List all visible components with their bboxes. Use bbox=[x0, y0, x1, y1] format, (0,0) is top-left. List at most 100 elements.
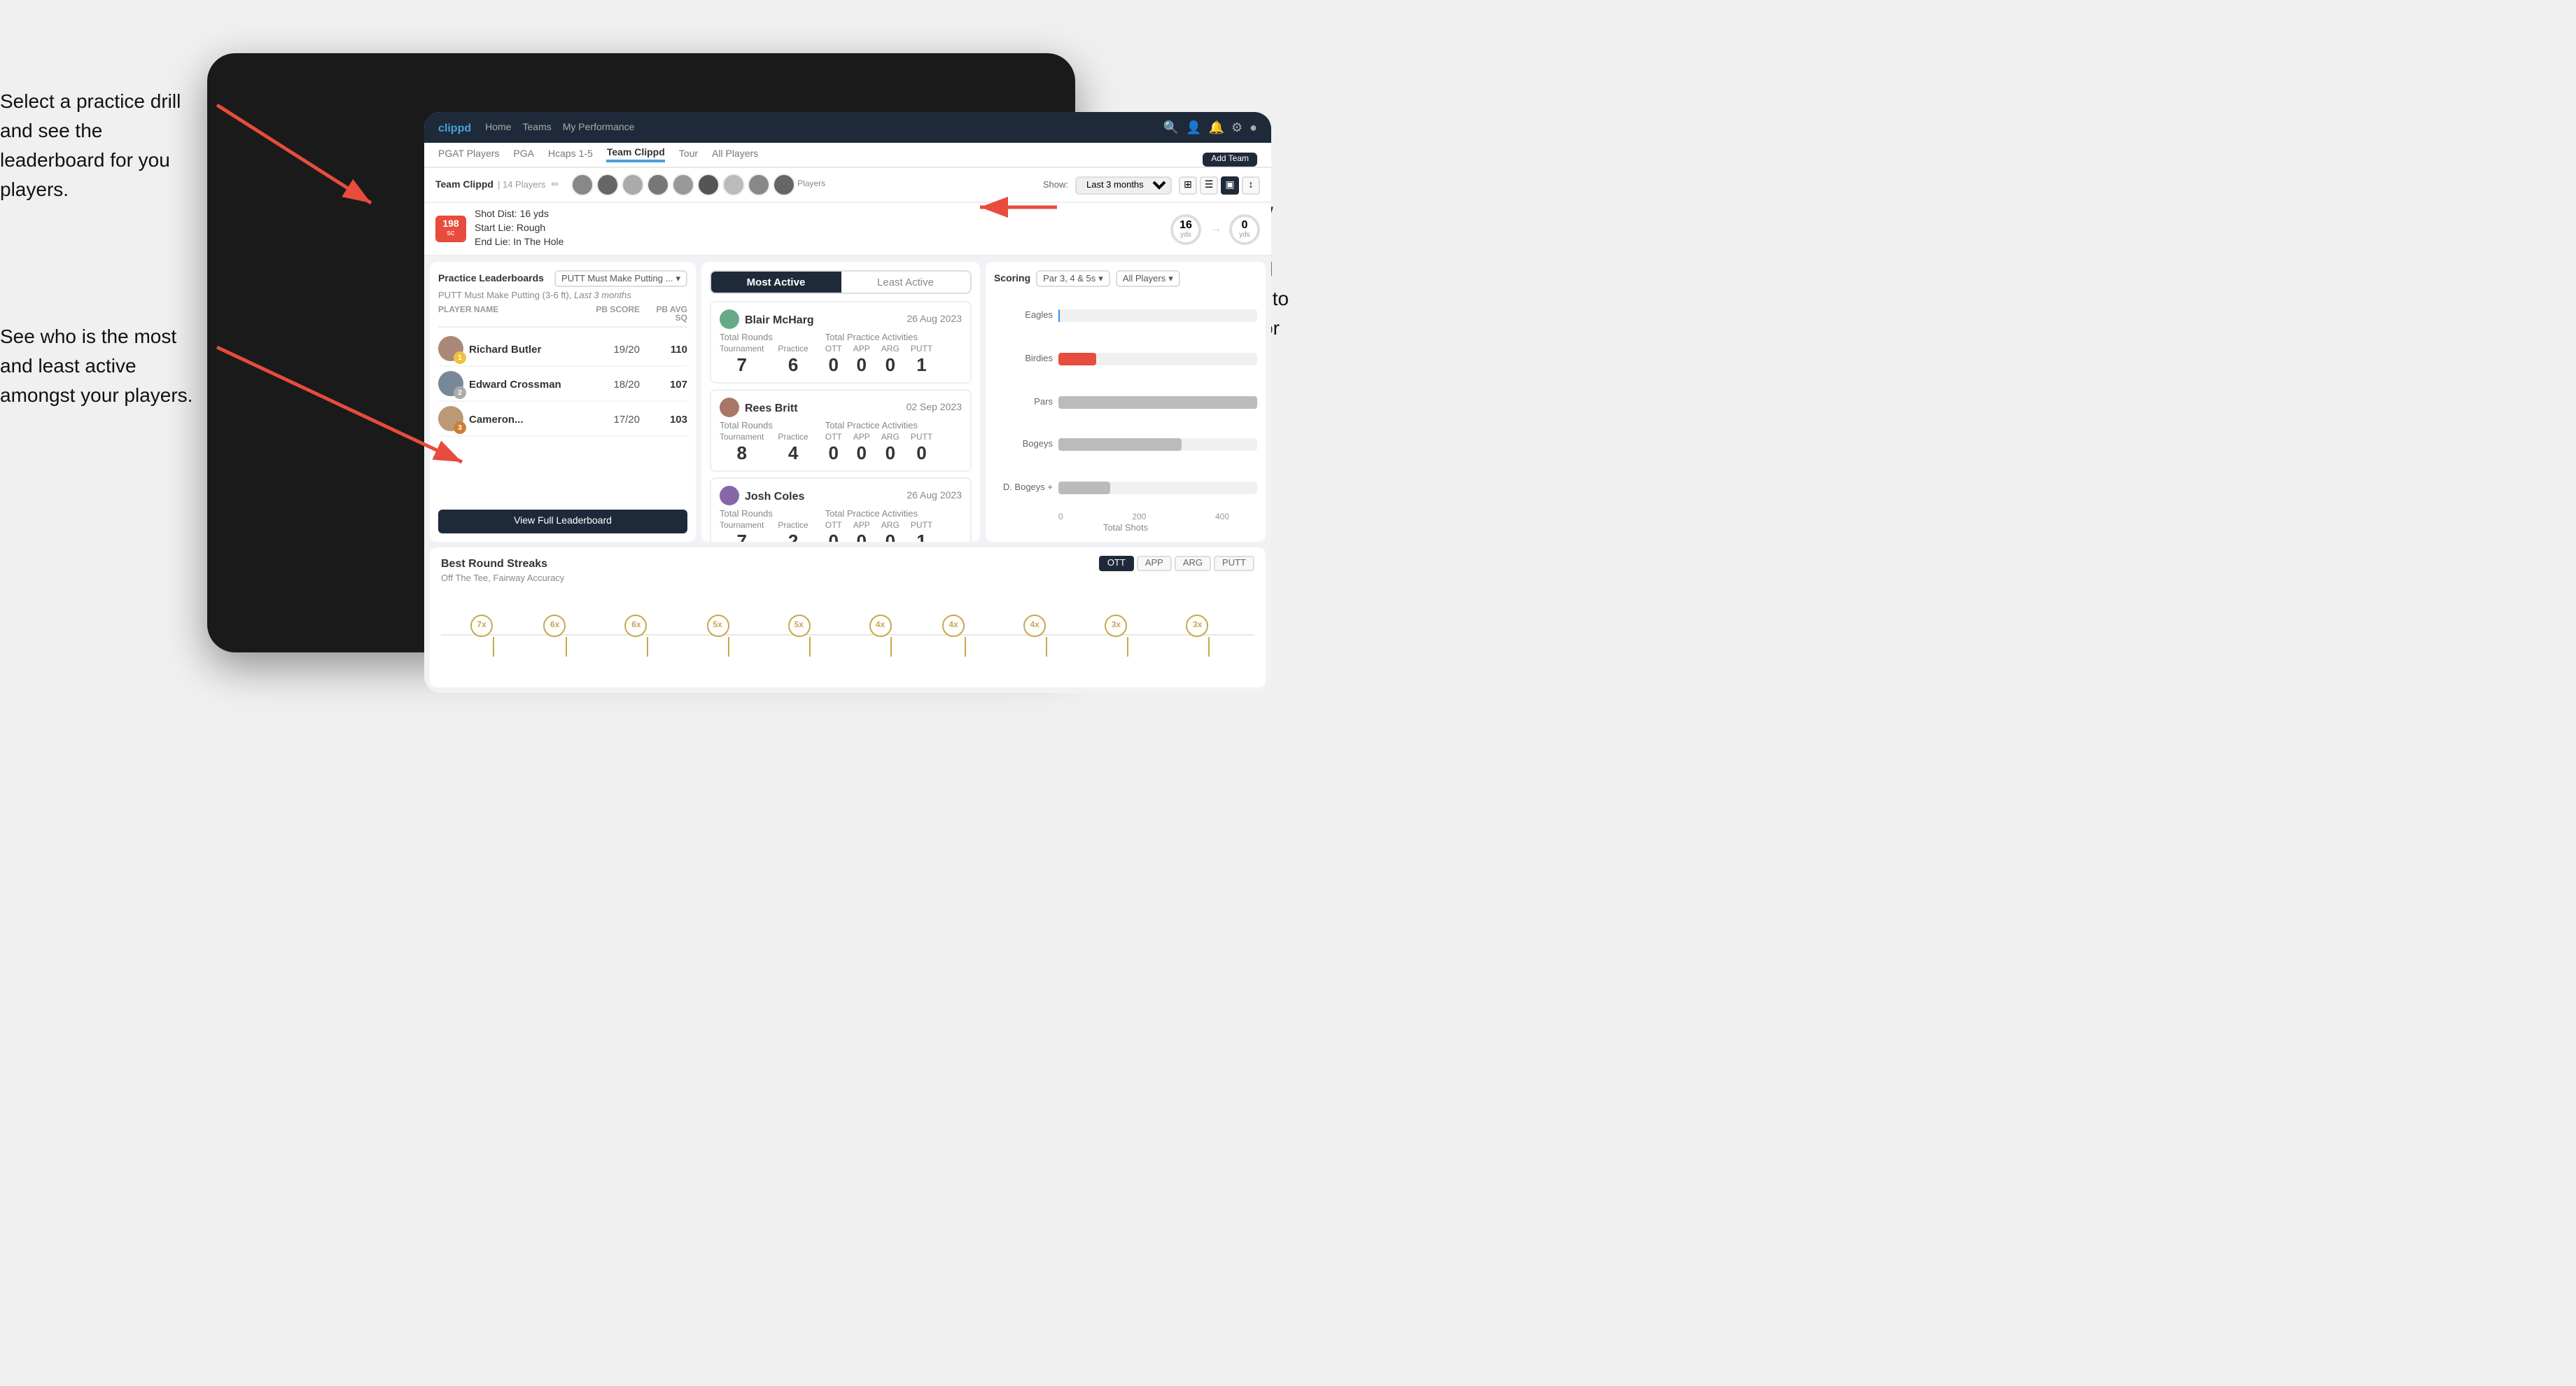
settings-icon[interactable]: ⚙ bbox=[1231, 120, 1242, 135]
show-select[interactable]: Last 3 months bbox=[1075, 176, 1172, 194]
avatar-7[interactable] bbox=[722, 174, 744, 196]
lb-name-1: Richard Butler bbox=[469, 343, 589, 356]
activity-avatar-2 bbox=[720, 398, 739, 418]
activity-player-2: Rees Britt bbox=[720, 398, 798, 418]
arg-1: ARG 0 bbox=[881, 346, 899, 376]
putt-1: PUTT 1 bbox=[911, 346, 932, 376]
bar-birdies: Birdies 96 bbox=[994, 353, 1257, 365]
streak-dot-2: 6x bbox=[555, 615, 578, 657]
sort-view-btn[interactable]: ↕ bbox=[1242, 176, 1260, 194]
subnav-tour[interactable]: Tour bbox=[679, 150, 698, 160]
avatar-6[interactable] bbox=[696, 174, 719, 196]
streak-dot-5: 5x bbox=[799, 615, 821, 657]
app-2: APP 0 bbox=[853, 435, 870, 464]
activity-date-2: 02 Sep 2023 bbox=[906, 403, 962, 413]
shot-card: 198 sc Shot Dist: 16 yds Start Lie: Roug… bbox=[424, 203, 1271, 257]
most-active-tab[interactable]: Most Active bbox=[711, 272, 841, 293]
distance-start: 16 yds bbox=[1170, 214, 1201, 244]
avatar-9[interactable] bbox=[772, 174, 794, 196]
putt-2: PUTT 0 bbox=[911, 435, 932, 464]
lb-score-2: 18/20 bbox=[595, 378, 640, 391]
chart-x-labels: 0 200 400 bbox=[994, 514, 1257, 522]
nav-logo: clippd bbox=[438, 121, 471, 134]
subnav: PGAT Players PGA Hcaps 1-5 Team Clippd T… bbox=[424, 143, 1271, 168]
nav-teams[interactable]: Teams bbox=[523, 122, 552, 132]
activity-player-1: Blair McHarg bbox=[720, 310, 814, 330]
lb-name-2: Edward Crossman bbox=[469, 378, 589, 391]
lb-name-3: Cameron... bbox=[469, 413, 589, 426]
scoring-panel: Scoring Par 3, 4 & 5s ▾ All Players ▾ bbox=[986, 262, 1266, 542]
show-control: Show: Last 3 months ⊞ ☰ ▣ ↕ bbox=[1043, 176, 1260, 194]
list-view-btn[interactable]: ☰ bbox=[1200, 176, 1218, 194]
subnav-all-players[interactable]: All Players bbox=[712, 150, 758, 160]
rounds-values-1: Tournament 7 Practice 6 bbox=[720, 346, 808, 376]
avatar-3[interactable] bbox=[621, 174, 643, 196]
filter-ott[interactable]: OTT bbox=[1099, 556, 1134, 571]
tablet-device: clippd Home Teams My Performance 🔍 👤 🔔 ⚙… bbox=[207, 53, 1075, 652]
streak-dot-10: 3x bbox=[1198, 615, 1220, 657]
avatar-4[interactable] bbox=[646, 174, 668, 196]
ott-3: OTT 0 bbox=[825, 523, 842, 542]
scoring-par-filter[interactable]: Par 3, 4 & 5s ▾ bbox=[1036, 271, 1110, 288]
practice-values-2: OTT 0 APP 0 bbox=[825, 435, 932, 464]
card-view-btn[interactable]: ▣ bbox=[1221, 176, 1239, 194]
show-label: Show: bbox=[1043, 180, 1068, 190]
total-practice-group-2: Total Practice Activities OTT 0 APP bbox=[825, 422, 932, 464]
subnav-hcaps[interactable]: Hcaps 1-5 bbox=[548, 150, 593, 160]
user-avatar[interactable]: ● bbox=[1250, 120, 1257, 135]
bar-bogeys: Bogeys 311 bbox=[994, 439, 1257, 451]
edit-icon[interactable]: ✏ bbox=[551, 179, 559, 190]
leaderboard-dropdown[interactable]: PUTT Must Make Putting ... ▾ bbox=[554, 271, 687, 288]
subnav-pgat[interactable]: PGAT Players bbox=[438, 150, 499, 160]
activity-tabs: Most Active Least Active bbox=[710, 271, 972, 295]
rounds-values-2: Tournament 8 Practice 4 bbox=[720, 435, 808, 464]
chevron-down-icon-2: ▾ bbox=[1098, 274, 1103, 285]
bell-icon[interactable]: 🔔 bbox=[1209, 120, 1224, 135]
tournament-rounds-3: Tournament 7 bbox=[720, 523, 764, 542]
subnav-team-clippd[interactable]: Team Clippd bbox=[607, 148, 665, 162]
lb-avg-1: 110 bbox=[645, 343, 687, 356]
streak-dot-6: 4x bbox=[880, 615, 902, 657]
add-team-button[interactable]: Add Team bbox=[1203, 142, 1257, 167]
streaks-section: Best Round Streaks OTT APP ARG PUTT Off … bbox=[430, 547, 1266, 687]
player-avatars: Players bbox=[570, 174, 825, 196]
lb-score-1: 19/20 bbox=[595, 343, 640, 356]
streak-dot-8: 4x bbox=[1035, 615, 1057, 657]
scoring-player-filter[interactable]: All Players ▾ bbox=[1116, 271, 1180, 288]
lb-avatar-3: 3 bbox=[438, 407, 463, 432]
lb-table-header: PLAYER NAME PB SCORE PB AVG SQ bbox=[438, 307, 687, 328]
leaderboard-panel: Practice Leaderboards PUTT Must Make Put… bbox=[430, 262, 696, 542]
lb-row-1: 1 Richard Butler 19/20 110 bbox=[438, 332, 687, 368]
app-3: APP 0 bbox=[853, 523, 870, 542]
nav-home[interactable]: Home bbox=[485, 122, 511, 132]
avatar-8[interactable] bbox=[747, 174, 769, 196]
ott-2: OTT 0 bbox=[825, 435, 842, 464]
avatar-5[interactable] bbox=[671, 174, 694, 196]
practice-rounds-2: Practice 4 bbox=[778, 435, 808, 464]
view-full-leaderboard-btn[interactable]: View Full Leaderboard bbox=[438, 510, 687, 533]
activity-card-2: Rees Britt 02 Sep 2023 Total Rounds bbox=[710, 390, 972, 472]
grid-view-btn[interactable]: ⊞ bbox=[1179, 176, 1197, 194]
bar-eagles: Eagles 3 bbox=[994, 310, 1257, 323]
avatar-2[interactable] bbox=[596, 174, 618, 196]
search-icon[interactable]: 🔍 bbox=[1163, 120, 1179, 135]
least-active-tab[interactable]: Least Active bbox=[841, 272, 970, 293]
view-toggle: ⊞ ☰ ▣ ↕ bbox=[1179, 176, 1260, 194]
filter-app[interactable]: APP bbox=[1137, 556, 1172, 571]
badge-gold-1: 1 bbox=[454, 352, 466, 365]
nav-links: Home Teams My Performance bbox=[485, 122, 1163, 132]
filter-putt[interactable]: PUTT bbox=[1214, 556, 1254, 571]
streaks-header: Best Round Streaks OTT APP ARG PUTT bbox=[441, 556, 1254, 571]
streak-dot-1: 7x bbox=[482, 615, 504, 657]
people-icon[interactable]: 👤 bbox=[1186, 120, 1201, 135]
lb-avg-2: 107 bbox=[645, 378, 687, 391]
subnav-pga[interactable]: PGA bbox=[513, 150, 534, 160]
avatar-1[interactable] bbox=[570, 174, 593, 196]
drill-subtitle: PUTT Must Make Putting (3-6 ft), Last 3 … bbox=[438, 292, 687, 302]
filter-arg[interactable]: ARG bbox=[1175, 556, 1211, 571]
nav-performance[interactable]: My Performance bbox=[563, 122, 635, 132]
badge-bronze-3: 3 bbox=[454, 422, 466, 435]
lb-avatar-2: 2 bbox=[438, 372, 463, 397]
streaks-chart: 7x 6x 6x 5x bbox=[441, 589, 1254, 673]
shot-badge: 198 sc bbox=[435, 216, 466, 242]
